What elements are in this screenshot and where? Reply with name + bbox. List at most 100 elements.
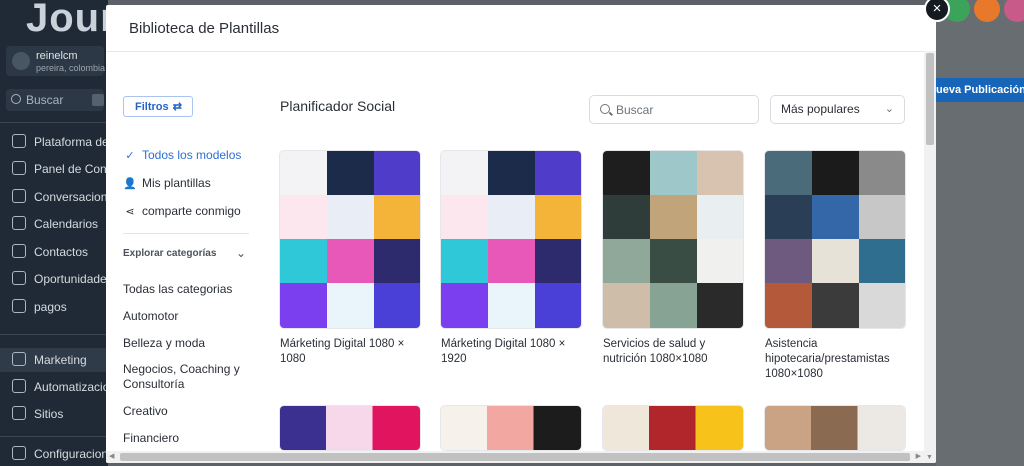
option-label: comparte conmigo xyxy=(142,204,241,218)
sidebar-item-sitios[interactable]: Sitios xyxy=(12,406,63,426)
check-circle-icon: ✓ xyxy=(125,150,135,162)
template-title: Márketing Digital 1080 × 1080 xyxy=(280,338,405,365)
sidebar-search[interactable]: Buscar xyxy=(6,89,104,111)
sites-icon xyxy=(12,406,26,420)
avatar xyxy=(12,52,30,70)
template-thumbnail[interactable] xyxy=(441,406,581,450)
sidebar-divider xyxy=(0,334,108,335)
scrollbar-thumb[interactable] xyxy=(926,53,934,145)
sidebar-item-label: Configuracion xyxy=(34,447,109,461)
template-thumbnail[interactable] xyxy=(603,151,743,328)
category-item[interactable]: Negocios, Coaching y Consultoría xyxy=(123,362,253,392)
user-card[interactable]: reinelcm pereira, colombia xyxy=(6,46,106,76)
notification-icon[interactable] xyxy=(974,0,1000,22)
app-logo: Jour xyxy=(26,0,117,40)
opportunities-icon xyxy=(12,271,26,285)
sidebar-item-label: Panel de Contr xyxy=(34,162,115,176)
sidebar-item-calendarios[interactable]: Calendarios xyxy=(12,216,98,236)
template-thumbnail[interactable] xyxy=(603,406,743,450)
sidebar-item-label: Conversacione xyxy=(34,190,115,204)
horizontal-scrollbar[interactable]: ◀ ▶ xyxy=(106,451,924,463)
sidebar-item-label: Marketing xyxy=(34,353,87,367)
scrollbar-thumb[interactable] xyxy=(120,453,910,461)
option-mis-plantillas[interactable]: 👤 Mis plantillas xyxy=(123,176,211,190)
sort-select[interactable]: Más populares ⌄ xyxy=(770,95,905,124)
sidebar-item-label: Calendarios xyxy=(34,217,99,231)
app-main-area: ueva Publicación xyxy=(932,0,1024,466)
sidebar-item-label: Contactos xyxy=(34,245,89,259)
filters-label: Filtros xyxy=(135,101,169,113)
sidebar-item-configuracion[interactable]: Configuracion xyxy=(12,446,108,466)
sidebar-item-label: Sitios xyxy=(34,407,64,421)
section-title: Planificador Social xyxy=(280,98,396,114)
template-title: Márketing Digital 1080 × 1920 xyxy=(441,338,566,365)
sidebar-item-plataforma[interactable]: Plataforma de xyxy=(12,134,109,154)
category-item[interactable]: Belleza y moda xyxy=(123,336,253,351)
search-input[interactable] xyxy=(616,101,746,118)
share-icon: ⋖ xyxy=(125,206,135,218)
category-item[interactable]: Financiero xyxy=(123,431,253,446)
payments-icon xyxy=(12,299,26,313)
category-item[interactable]: Creativo xyxy=(123,404,253,419)
explore-categories-header[interactable]: Explorar categorías xyxy=(123,248,216,259)
sidebar-divider xyxy=(0,122,108,123)
profile-icon[interactable] xyxy=(1004,0,1024,22)
contacts-icon xyxy=(12,244,26,258)
sidebar-item-conversaciones[interactable]: Conversacione xyxy=(12,189,114,209)
app-sidebar: Jour reinelcm pereira, colombia Buscar P… xyxy=(0,0,116,466)
chat-icon xyxy=(12,189,26,203)
scroll-left-icon[interactable]: ◀ xyxy=(109,452,114,460)
sidebar-item-label: pagos xyxy=(34,300,67,314)
user-location: pereira, colombia xyxy=(36,63,106,73)
sidebar-item-label: Plataforma de xyxy=(34,135,109,149)
sort-selected-value: Más populares xyxy=(781,102,860,116)
template-thumbnail[interactable] xyxy=(280,406,420,450)
template-thumbnail[interactable] xyxy=(765,151,905,328)
template-library-modal: Biblioteca de Plantillas Filtros ⇄ ✓ Todo… xyxy=(106,5,936,463)
modal-header: Biblioteca de Plantillas xyxy=(106,5,936,52)
sidebar-search-placeholder: Buscar xyxy=(26,93,64,107)
sidebar-item-marketing[interactable]: Marketing xyxy=(0,348,108,372)
template-thumbnail[interactable] xyxy=(765,406,905,450)
sidebar-item-oportunidades[interactable]: Oportunidades xyxy=(12,271,113,291)
scroll-down-icon[interactable]: ▼ xyxy=(926,454,933,461)
option-label: Todos los modelos xyxy=(142,148,242,162)
settings-icon xyxy=(12,446,26,460)
chevron-down-icon: ⌄ xyxy=(884,103,894,115)
swap-icon: ⇄ xyxy=(172,101,182,113)
sidebar-item-label: Automatizacio xyxy=(34,380,110,394)
category-item[interactable]: Todas las categorias xyxy=(123,282,253,297)
sidebar-item-panel[interactable]: Panel de Contr xyxy=(12,161,114,181)
sidebar-item-pagos[interactable]: pagos xyxy=(12,299,67,319)
sidebar-divider xyxy=(0,436,108,437)
option-comparte-conmigo[interactable]: ⋖ comparte conmigo xyxy=(123,204,241,218)
calendar-icon xyxy=(12,216,26,230)
sidebar-item-contactos[interactable]: Contactos xyxy=(12,244,88,264)
platform-icon xyxy=(12,134,26,148)
marketing-icon xyxy=(12,352,26,366)
category-item[interactable]: Automotor xyxy=(123,309,253,324)
user-name: reinelcm xyxy=(36,50,78,62)
search-icon xyxy=(600,104,610,114)
chevron-down-icon[interactable]: ⌄ xyxy=(236,246,246,260)
modal-title: Biblioteca de Plantillas xyxy=(129,20,280,37)
option-label: Mis plantillas xyxy=(142,176,211,190)
sidebar-item-automatizacion[interactable]: Automatizacio xyxy=(12,379,109,399)
keyboard-shortcut-icon xyxy=(92,94,104,106)
dashboard-icon xyxy=(12,161,26,175)
filters-button[interactable]: Filtros ⇄ xyxy=(123,96,193,117)
sidebar-divider xyxy=(123,233,249,234)
new-post-button[interactable]: ueva Publicación xyxy=(932,78,1024,102)
option-todos-los-modelos[interactable]: ✓ Todos los modelos xyxy=(123,148,241,162)
template-thumbnail[interactable] xyxy=(441,151,581,328)
template-title: Servicios de salud y nutrición 1080×1080 xyxy=(603,338,708,365)
sidebar-item-label: Oportunidades xyxy=(34,272,113,286)
scroll-right-icon[interactable]: ▶ xyxy=(916,452,921,460)
template-thumbnail[interactable] xyxy=(280,151,420,328)
user-icon: 👤 xyxy=(123,178,137,190)
automation-icon xyxy=(12,379,26,393)
template-title: Asistencia hipotecaria/prestamistas 1080… xyxy=(765,338,890,380)
vertical-scrollbar[interactable]: ▼ xyxy=(924,51,936,463)
template-search[interactable] xyxy=(589,95,759,124)
search-icon xyxy=(11,94,21,104)
